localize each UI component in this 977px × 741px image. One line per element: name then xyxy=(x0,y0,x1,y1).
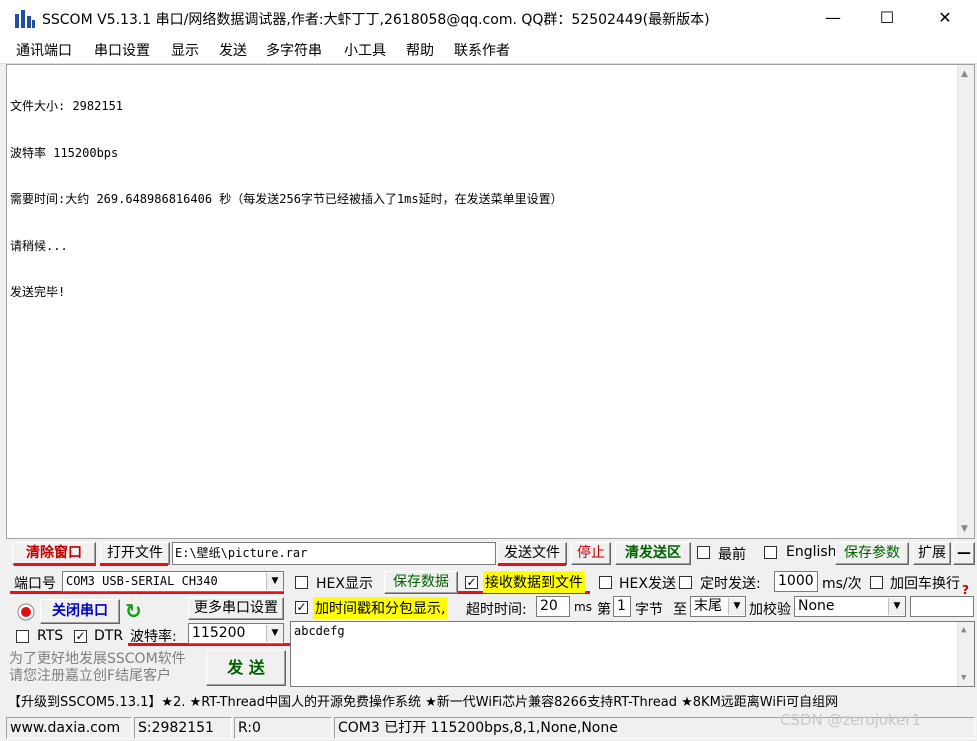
promo-text[interactable]: 为了更好地发展SSCOM软件 请您注册嘉立创F结尾客户 xyxy=(9,651,186,685)
hex-display-label: HEX显示 xyxy=(316,576,373,592)
annotation-underline xyxy=(14,563,96,566)
annotation-underline xyxy=(498,563,566,566)
receive-text: 文件大小: 2982151 波特率 115200bps 需要时间:大约 269.… xyxy=(10,68,563,332)
chevron-down-icon[interactable]: ▼ xyxy=(266,625,283,642)
status-website[interactable]: www.daxia.com xyxy=(6,717,132,739)
append-newline-checkbox[interactable] xyxy=(870,576,883,589)
receive-line: 请稍候... xyxy=(10,238,68,253)
scroll-down-icon[interactable]: ▼ xyxy=(961,524,968,534)
save-params-button[interactable]: 保存参数 xyxy=(835,542,909,565)
refresh-icon[interactable]: ↻ xyxy=(125,599,142,623)
chevron-down-icon[interactable]: ▼ xyxy=(266,573,283,590)
rts-label: RTS xyxy=(37,628,64,644)
timeout-unit-label: ms xyxy=(574,600,592,614)
english-label: English xyxy=(786,544,837,560)
minimize-button[interactable]: — xyxy=(810,4,856,32)
menu-help[interactable]: 帮助 xyxy=(406,40,434,60)
promo-line: 请您注册嘉立创F结尾客户 xyxy=(9,668,172,684)
receive-scrollbar[interactable]: ▲ ▼ xyxy=(957,65,974,538)
byte-label: 字节 xyxy=(635,602,663,618)
more-serial-settings-button[interactable]: 更多串口设置 xyxy=(188,597,284,620)
menu-serial-settings[interactable]: 串口设置 xyxy=(94,40,150,60)
timeout-input[interactable]: 20 xyxy=(536,596,570,617)
menu-tools[interactable]: 小工具 xyxy=(344,40,386,60)
open-file-button[interactable]: 打开文件 xyxy=(100,542,170,565)
send-text-area[interactable]: abcdefg ▲ ▼ xyxy=(290,621,975,687)
port-label: 端口号 xyxy=(14,576,56,592)
status-sent-count: S:2982151 xyxy=(134,717,232,739)
receive-area[interactable]: 文件大小: 2982151 波特率 115200bps 需要时间:大约 269.… xyxy=(6,64,975,539)
collapse-button[interactable]: — xyxy=(953,542,975,565)
hex-send-checkbox[interactable] xyxy=(599,576,612,589)
send-scrollbar[interactable]: ▲ ▼ xyxy=(957,622,974,686)
timestamp-label: 加时间戳和分包显示, xyxy=(313,597,448,619)
to-label: 至 xyxy=(673,602,687,618)
timed-send-label: 定时发送: xyxy=(700,576,761,592)
receive-line: 发送完毕! xyxy=(10,285,66,299)
chevron-down-icon[interactable]: ▼ xyxy=(888,598,905,615)
menu-multi-string[interactable]: 多字符串 xyxy=(266,40,322,60)
status-received-count: R:0 xyxy=(234,717,332,739)
menu-contact-author[interactable]: 联系作者 xyxy=(454,40,510,60)
close-button[interactable]: ✕ xyxy=(922,4,968,32)
port-status-indicator-icon xyxy=(16,602,36,622)
annotation-underline xyxy=(100,563,168,566)
clear-send-button[interactable]: 清发送区 xyxy=(615,542,691,565)
extra-input[interactable] xyxy=(910,596,974,617)
timestamp-checkbox[interactable]: ✓ xyxy=(295,601,308,614)
maximize-button[interactable]: ☐ xyxy=(864,4,910,32)
clear-window-button[interactable]: 清除窗口 xyxy=(12,542,96,565)
promo-line: 为了更好地发展SSCOM软件 xyxy=(9,651,186,667)
file-path-input[interactable]: E:\壁纸\picture.rar xyxy=(172,542,496,565)
recv-to-file-label: 接收数据到文件 xyxy=(483,571,585,593)
interval-input[interactable]: 1000 xyxy=(774,571,818,592)
hex-display-checkbox[interactable] xyxy=(295,576,308,589)
menu-display[interactable]: 显示 xyxy=(171,40,199,60)
timeout-label: 超时时间: xyxy=(466,602,527,618)
news-ticker[interactable]: 【升级到SSCOM5.13.1】★2. ★RT-Thread中国人的开源免费操作… xyxy=(8,691,974,710)
append-newline-label: 加回车换行 xyxy=(890,576,960,592)
byte-pos-input[interactable]: 1 xyxy=(613,596,631,617)
checksum-label: 加校验 xyxy=(749,602,791,618)
send-button[interactable]: 发 送 xyxy=(206,650,286,686)
scroll-down-icon[interactable]: ▼ xyxy=(961,673,966,683)
port-select[interactable]: COM3 USB-SERIAL CH340 xyxy=(62,571,284,592)
menu-send[interactable]: 发送 xyxy=(219,40,247,60)
rts-checkbox[interactable] xyxy=(16,630,29,643)
topmost-label: 最前 xyxy=(718,547,746,563)
receive-line: 波特率 115200bps xyxy=(10,145,119,160)
baud-label: 波特率: xyxy=(130,629,177,645)
menu-comm-port[interactable]: 通讯端口 xyxy=(16,40,72,60)
stop-button[interactable]: 停止 xyxy=(571,542,611,565)
hex-send-label: HEX发送 xyxy=(619,576,676,592)
receive-line: 文件大小: 2982151 xyxy=(10,99,124,113)
scroll-up-icon[interactable]: ▲ xyxy=(961,625,966,635)
window-title: SSCOM V5.13.1 串口/网络数据调试器,作者:大虾丁丁,2618058… xyxy=(42,12,710,28)
send-file-button[interactable]: 发送文件 xyxy=(497,542,567,565)
help-icon[interactable]: ? xyxy=(962,583,969,597)
close-port-label: 关闭串口 xyxy=(52,603,108,619)
interval-unit-label: ms/次 xyxy=(822,576,862,592)
save-data-button[interactable]: 保存数据 xyxy=(384,571,458,594)
chevron-down-icon[interactable]: ▼ xyxy=(728,598,745,615)
topmost-checkbox[interactable] xyxy=(697,546,710,559)
timed-send-checkbox[interactable] xyxy=(679,576,692,589)
english-checkbox[interactable] xyxy=(764,546,777,559)
watermark: CSDN @zerojoker1 xyxy=(780,711,922,729)
dtr-label: DTR xyxy=(94,628,124,644)
recv-to-file-checkbox[interactable]: ✓ xyxy=(465,576,478,589)
byte-pos-label: 第 xyxy=(597,602,611,618)
dtr-checkbox[interactable]: ✓ xyxy=(74,630,87,643)
send-text: abcdefg xyxy=(294,624,345,638)
scroll-up-icon[interactable]: ▲ xyxy=(961,69,968,79)
close-port-button[interactable]: 关闭串口 xyxy=(40,599,120,624)
app-logo-icon xyxy=(14,8,36,28)
expand-button[interactable]: 扩展 xyxy=(913,542,951,565)
receive-line: 需要时间:大约 269.648986816406 秒（每发送256字节已经被插入… xyxy=(10,192,563,206)
